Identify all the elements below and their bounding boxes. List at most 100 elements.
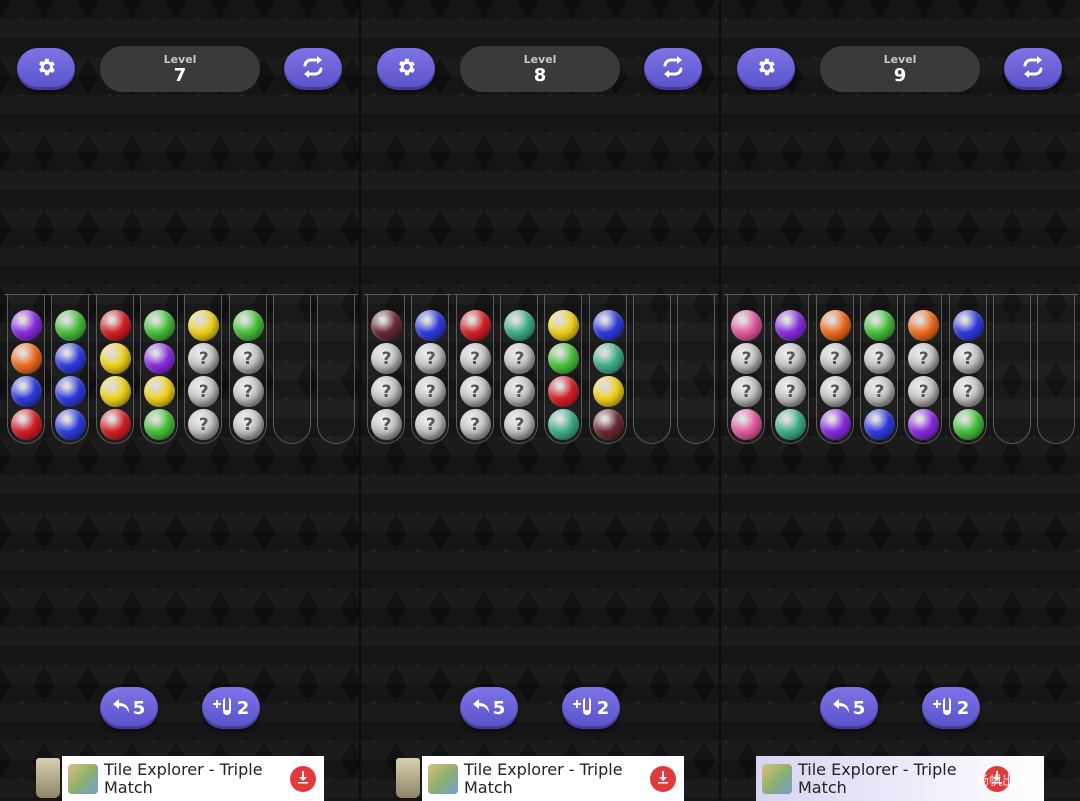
blue-ball xyxy=(55,376,87,407)
tube-2[interactable] xyxy=(768,294,813,444)
orange-ball xyxy=(819,310,851,341)
tube-7[interactable] xyxy=(989,294,1034,444)
tube-7[interactable] xyxy=(269,294,314,444)
hidden-ball xyxy=(908,343,940,374)
hidden-ball xyxy=(952,343,984,374)
trophy-icon xyxy=(396,758,420,798)
download-button[interactable] xyxy=(290,765,316,792)
purple-ball xyxy=(908,409,940,440)
undo-count: 5 xyxy=(132,697,146,719)
settings-button[interactable] xyxy=(377,48,435,90)
maroon-ball xyxy=(592,409,624,440)
tube-6[interactable] xyxy=(585,294,630,444)
download-icon xyxy=(656,769,670,788)
tube-6[interactable] xyxy=(945,294,990,444)
add-tube-button[interactable]: 2 xyxy=(922,687,980,729)
green-ball xyxy=(143,409,175,440)
watermark: 扬帆出海 xyxy=(976,774,1029,789)
hidden-ball xyxy=(731,343,762,374)
level-indicator: Level 8 xyxy=(460,46,620,92)
restart-button[interactable] xyxy=(1004,48,1062,90)
yellow-ball xyxy=(548,310,580,341)
purple-ball xyxy=(775,310,807,341)
red-ball xyxy=(99,409,131,440)
tube-5[interactable] xyxy=(901,294,946,444)
tube-6[interactable] xyxy=(225,294,270,444)
add-tube-button[interactable]: 2 xyxy=(562,687,620,729)
tube-3[interactable] xyxy=(92,294,137,444)
tube-1[interactable] xyxy=(4,294,48,444)
yellow-ball xyxy=(592,376,624,407)
blue-ball xyxy=(415,310,447,341)
yellow-ball xyxy=(99,343,131,374)
add-tube-count: 2 xyxy=(236,697,250,719)
download-icon xyxy=(296,769,310,788)
level-indicator: Level 7 xyxy=(100,46,260,92)
yellow-ball xyxy=(99,376,131,407)
ad-title: Tile Explorer - Triple Match xyxy=(798,759,957,797)
hidden-ball xyxy=(415,409,447,440)
blue-ball xyxy=(952,310,984,341)
panel-divider xyxy=(359,0,361,801)
green-ball xyxy=(232,310,264,341)
orange-ball xyxy=(908,310,940,341)
purple-ball xyxy=(819,409,851,440)
tile-game-icon xyxy=(428,763,458,794)
restart-button[interactable] xyxy=(644,48,702,90)
tube-4[interactable] xyxy=(856,294,901,444)
tube-8[interactable] xyxy=(674,294,719,444)
tube-5[interactable] xyxy=(181,294,226,444)
tube-8[interactable] xyxy=(1034,294,1079,444)
tube-8[interactable] xyxy=(314,294,359,444)
restart-button[interactable] xyxy=(284,48,342,90)
add-tube-icon xyxy=(932,695,955,722)
gear-icon xyxy=(35,56,57,82)
panel-divider xyxy=(719,0,721,801)
tube-4[interactable] xyxy=(136,294,181,444)
add-tube-button[interactable]: 2 xyxy=(202,687,260,729)
tube-3[interactable] xyxy=(812,294,857,444)
pink-ball xyxy=(731,310,762,341)
tube-5[interactable] xyxy=(541,294,586,444)
hidden-ball xyxy=(371,409,402,440)
tube-1[interactable] xyxy=(724,294,768,444)
refresh-icon xyxy=(1020,56,1046,82)
hidden-ball xyxy=(503,409,535,440)
red-ball xyxy=(11,409,42,440)
undo-button[interactable]: 5 xyxy=(820,687,878,729)
purple-ball xyxy=(11,310,42,341)
tube-2[interactable] xyxy=(48,294,93,444)
green-ball xyxy=(863,310,895,341)
blue-ball xyxy=(11,376,42,407)
tube-2[interactable] xyxy=(408,294,453,444)
ad-title: Tile Explorer - Triple Match xyxy=(104,759,263,797)
tube-7[interactable] xyxy=(629,294,674,444)
undo-button[interactable]: 5 xyxy=(460,687,518,729)
yellow-ball xyxy=(188,310,220,341)
tube-3[interactable] xyxy=(452,294,497,444)
hidden-ball xyxy=(731,376,762,407)
undo-count: 5 xyxy=(852,697,866,719)
hidden-ball xyxy=(775,376,807,407)
settings-button[interactable] xyxy=(17,48,75,90)
undo-arrow-icon xyxy=(472,697,491,720)
hidden-ball xyxy=(863,376,895,407)
hidden-ball xyxy=(503,376,535,407)
add-tube-count: 2 xyxy=(956,697,970,719)
gear-icon xyxy=(395,56,417,82)
tube-1[interactable] xyxy=(364,294,408,444)
orange-ball xyxy=(11,343,42,374)
undo-count: 5 xyxy=(492,697,506,719)
hidden-ball xyxy=(188,409,220,440)
green-ball xyxy=(143,310,175,341)
blue-ball xyxy=(863,409,895,440)
tube-4[interactable] xyxy=(496,294,541,444)
add-tube-count: 2 xyxy=(596,697,610,719)
undo-button[interactable]: 5 xyxy=(100,687,158,729)
blue-ball xyxy=(55,343,87,374)
ad-banner[interactable]: Tile Explorer - Triple Match xyxy=(422,756,684,801)
ad-banner[interactable]: Tile Explorer - Triple Match xyxy=(62,756,324,801)
hidden-ball xyxy=(232,376,264,407)
settings-button[interactable] xyxy=(737,48,795,90)
download-button[interactable] xyxy=(650,765,676,792)
